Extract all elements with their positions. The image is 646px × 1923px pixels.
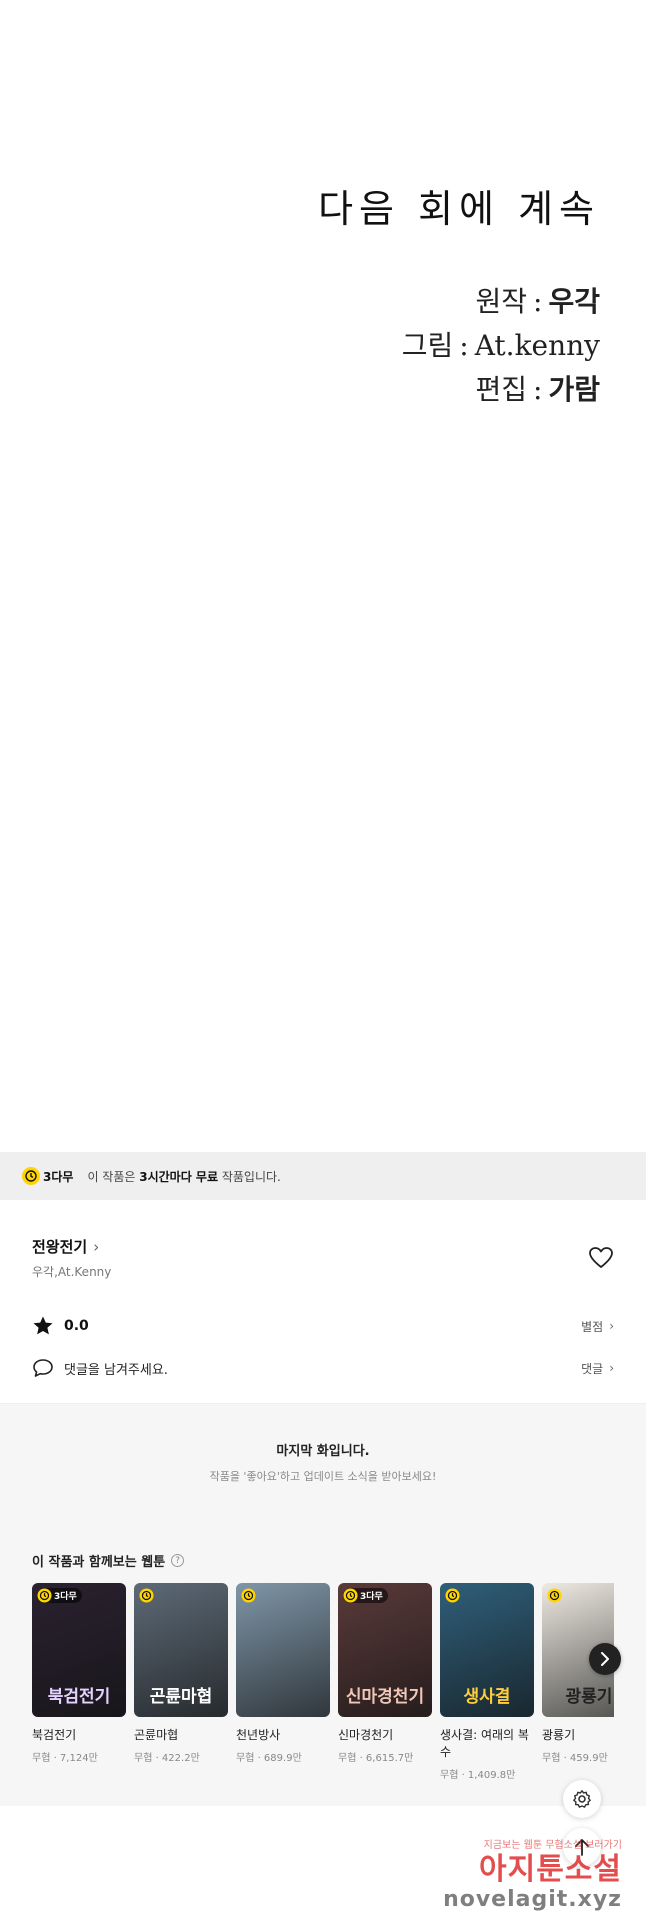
recommendation-card[interactable]: 곤륜마협 곤륜마협 무협 · 422.2만 xyxy=(134,1583,228,1803)
credit-role: 그림 xyxy=(401,329,454,362)
recommendation-thumbnail[interactable]: 곤륜마협 xyxy=(134,1583,228,1717)
clock-icon xyxy=(343,1588,358,1603)
comic-panel: 다음 회에 계속 원작 : 우각 그림 : At.kenny 편집 : 가람 xyxy=(0,0,646,1152)
credit-separator: : xyxy=(533,285,543,318)
free-every-3h-banner: 3다무 이 작품은 3시간마다 무료 작품입니다. xyxy=(0,1152,646,1200)
credit-name: 우각 xyxy=(548,285,600,318)
chevron-right-icon: › xyxy=(93,1237,100,1256)
series-authors: 우각,At.Kenny xyxy=(32,1265,112,1279)
recommendation-card[interactable]: 생사결생사결: 여래의 복수무협 · 1,409.8만 xyxy=(440,1583,534,1803)
recommendation-title: 곤륜마협 xyxy=(134,1728,179,1742)
chevron-right-icon: › xyxy=(609,1319,614,1333)
recommendation-title: 신마경천기 xyxy=(338,1728,394,1742)
cover-title-art: 곤륜마협 xyxy=(149,1687,213,1707)
watermark-url: novelagit.xyz xyxy=(443,1887,622,1912)
recommendation-meta: 무협 · 689.9만 xyxy=(236,1753,302,1764)
star-icon xyxy=(33,1316,53,1335)
cover-title-art: 신마경천기 xyxy=(345,1687,425,1707)
to-be-continued-title: 다음 회에 계속 xyxy=(318,187,600,231)
rating: 0.0 xyxy=(32,1315,89,1337)
clock-icon xyxy=(241,1588,256,1603)
last-episode-subtitle: 작품을 '좋아요'하고 업데이트 소식을 받아보세요! xyxy=(209,1470,437,1483)
wait-free-label: 3다무 xyxy=(43,1169,74,1184)
wait-free-badge xyxy=(547,1588,564,1603)
credit-separator: : xyxy=(459,329,469,362)
recommendation-meta: 무협 · 6,615.7만 xyxy=(338,1753,414,1764)
recommendation-meta: 무협 · 7,124만 xyxy=(32,1753,98,1764)
wait-free-badge: 3다무 xyxy=(37,1588,82,1603)
recommendation-meta: 무협 · 1,409.8만 xyxy=(440,1770,516,1781)
credit-editor: 편집 : 가람 xyxy=(402,368,601,412)
clock-icon xyxy=(547,1588,562,1603)
recommendation-thumbnail[interactable]: 3다무신마경천기 xyxy=(338,1583,432,1717)
comment-link-label: 댓글 xyxy=(581,1361,604,1376)
recommendation-title: 북검전기 xyxy=(32,1728,77,1742)
credit-art: 그림 : At.kenny xyxy=(402,324,600,368)
clock-icon xyxy=(139,1588,154,1603)
watermark: 지금보는 웹툰 무협소설 보러가기 아지툰소설 novelagit.xyz xyxy=(443,1841,622,1911)
recommendation-thumbnail[interactable]: 생사결 xyxy=(440,1583,534,1717)
gear-icon xyxy=(573,1790,591,1808)
recommendation-card[interactable]: 광룡기 광룡기 무협 · 459.9만 xyxy=(542,1583,614,1803)
free-notice-text: 이 작품은 3시간마다 무료 작품입니다. xyxy=(87,1169,281,1184)
rating-link[interactable]: 별점 › xyxy=(581,1318,614,1335)
chevron-right-icon: › xyxy=(609,1361,614,1375)
credit-role: 편집 xyxy=(475,373,528,406)
wait-free-badge xyxy=(445,1588,462,1603)
watermark-logo: 아지툰소설 xyxy=(479,1852,622,1887)
like-heart-icon[interactable] xyxy=(588,1246,614,1270)
cover-title-art: 북검전기 xyxy=(47,1687,111,1707)
wait-free-badge xyxy=(139,1588,156,1603)
last-episode-notice: 마지막 화입니다. 작품을 '좋아요'하고 업데이트 소식을 받아보세요! xyxy=(0,1403,646,1513)
clock-icon xyxy=(445,1588,460,1603)
series-info: 전왕전기 › 우각,At.Kenny 0.0 별점 › 댓글을 남겨주세요. 댓… xyxy=(0,1200,646,1403)
recommendation-meta: 무협 · 422.2만 xyxy=(134,1753,200,1764)
credit-name: 가람 xyxy=(548,373,600,406)
credit-name: At.kenny xyxy=(474,329,600,362)
rating-value: 0.0 xyxy=(64,1318,89,1334)
recommendation-card[interactable]: 3다무 신마경천기 신마경천기 무협 · 6,615.7만 xyxy=(338,1583,432,1803)
series-title: 전왕전기 xyxy=(32,1238,88,1256)
settings-button[interactable] xyxy=(563,1780,601,1818)
recommendations: 이 작품과 함께보는 웹툰 ? 3다무 북검전기 북검전기 무협 · 7,124만 곤륜… xyxy=(0,1513,646,1806)
recommendation-card[interactable]: 3다무 북검전기 북검전기 무협 · 7,124만 xyxy=(32,1583,126,1803)
rating-row: 0.0 별점 › xyxy=(32,1314,614,1338)
recommendation-title: 천년방사 xyxy=(236,1728,281,1742)
rating-link-label: 별점 xyxy=(581,1319,604,1334)
cover-title-art: 광룡기 xyxy=(565,1687,613,1707)
wait-free-badge: 3다무 xyxy=(22,1167,73,1185)
last-episode-title: 마지막 화입니다. xyxy=(276,1444,370,1459)
watermark-small: 지금보는 웹툰 무협소설 보러가기 xyxy=(483,1840,622,1851)
credit-separator: : xyxy=(533,373,543,406)
recommendation-title: 생사결: 여래의 복수 xyxy=(440,1728,529,1759)
recommendation-thumbnail[interactable]: 3다무북검전기 xyxy=(32,1583,126,1717)
carousel-next-button[interactable] xyxy=(589,1643,621,1675)
comment-row[interactable]: 댓글을 남겨주세요. 댓글 › xyxy=(32,1356,614,1380)
recommendations-heading: 이 작품과 함께보는 웹툰 ? xyxy=(32,1551,185,1570)
series-title-link[interactable]: 전왕전기 › xyxy=(32,1236,99,1257)
comment-placeholder: 댓글을 남겨주세요. xyxy=(64,1362,168,1378)
recommendation-meta: 무협 · 459.9만 xyxy=(542,1753,608,1764)
comment-prompt[interactable]: 댓글을 남겨주세요. xyxy=(32,1358,168,1378)
recommendation-carousel: 3다무 북검전기 북검전기 무협 · 7,124만 곤륜마협 곤륜마협 무협 · 422.2… xyxy=(32,1583,614,1803)
recommendation-card[interactable]: 천년방사무협 · 689.9만 xyxy=(236,1583,330,1803)
comment-link[interactable]: 댓글 › xyxy=(581,1360,614,1377)
recommendation-thumbnail[interactable] xyxy=(236,1583,330,1717)
cover-title-art: 생사결 xyxy=(463,1687,511,1707)
clock-icon xyxy=(37,1588,52,1603)
clock-icon xyxy=(22,1167,40,1185)
speech-bubble-icon xyxy=(33,1359,53,1377)
credit-role: 원작 xyxy=(475,285,528,318)
recommendation-title: 광룡기 xyxy=(542,1728,576,1742)
wait-free-badge xyxy=(241,1588,258,1603)
credits: 원작 : 우각 그림 : At.kenny 편집 : 가람 xyxy=(402,280,600,412)
wait-free-badge: 3다무 xyxy=(343,1588,388,1603)
credit-original: 원작 : 우각 xyxy=(402,280,601,324)
help-icon[interactable]: ? xyxy=(171,1554,185,1567)
